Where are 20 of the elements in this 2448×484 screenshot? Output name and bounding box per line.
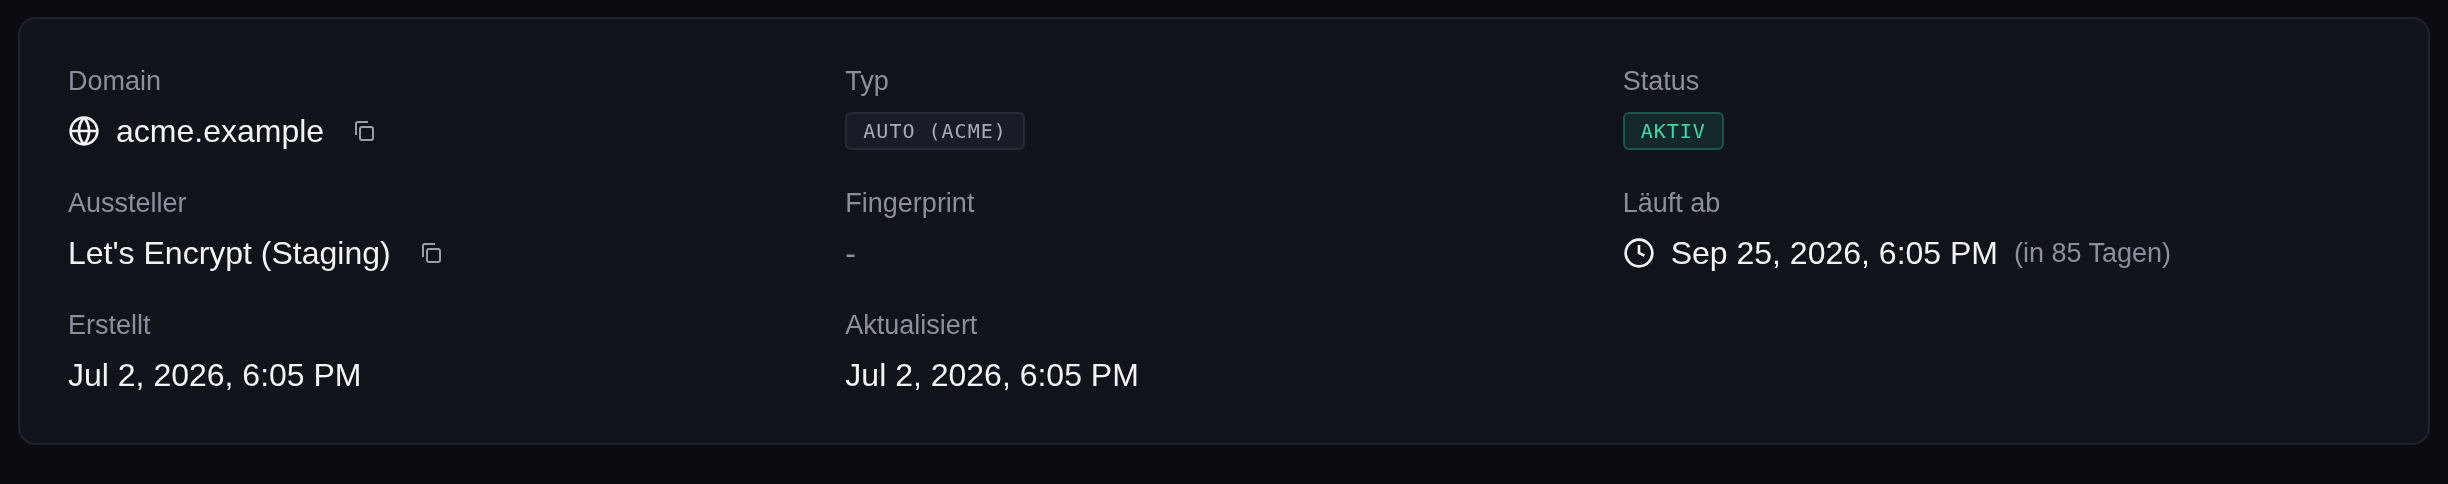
field-label: Typ [845, 65, 889, 97]
field-label: Aktualisiert [845, 309, 978, 341]
copy-icon [352, 119, 377, 143]
globe-icon [68, 115, 100, 147]
status-tag: AKTIV [1622, 112, 1724, 150]
field-value: - [845, 234, 856, 273]
field-label: Domain [68, 65, 162, 97]
field-label: Aussteller [68, 187, 187, 219]
type-tag: AUTO (ACME) [845, 112, 1025, 150]
field-label: Fingerprint [845, 187, 975, 219]
clock-icon [1622, 237, 1655, 269]
field-value: Let's Encrypt (Staging) [68, 234, 391, 273]
field-value: Jul 2, 2026, 6:05 PM [845, 356, 1139, 395]
relative-time: (in 85 Tagen) [2014, 237, 2172, 269]
field-label: Läuft ab [1622, 187, 1721, 219]
field-label: Erstellt [68, 309, 151, 341]
field-value: acme.example [116, 112, 325, 151]
field-value: Sep 25, 2026, 6:05 PM [1670, 234, 1998, 273]
field-value: Jul 2, 2026, 6:05 PM [68, 356, 362, 395]
field-label: Status [1622, 65, 1700, 97]
